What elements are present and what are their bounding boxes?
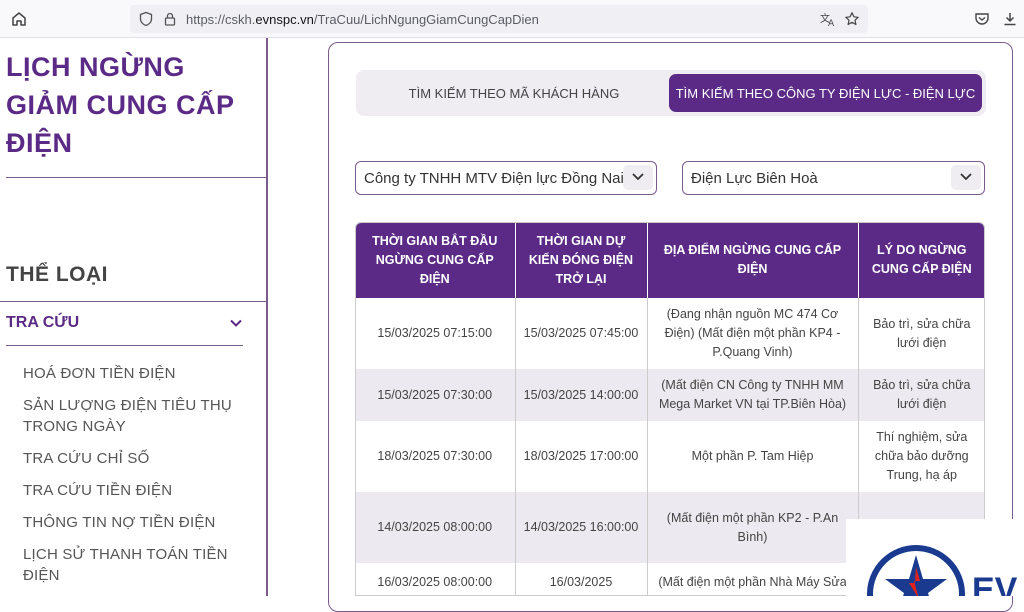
menu-item-bill-amount[interactable]: TRA CỨU TIỀN ĐIỆN <box>23 480 253 501</box>
cell-start-time: 18/03/2025 07:30:00 <box>356 421 516 492</box>
cell-reason: Bảo trì, sửa chữa lưới điện <box>858 298 984 369</box>
evn-logo[interactable]: EV <box>846 519 1024 612</box>
menu-item-payment-history[interactable]: LỊCH SỬ THANH TOÁN TIỀN ĐIỆN <box>23 544 253 586</box>
cell-location: (Mất điện một phần Nhà Máy Sửa <box>647 563 859 595</box>
tab-by-company[interactable]: TÌM KIẾM THEO CÔNG TY ĐIỆN LỰC - ĐIỆN LỰ… <box>669 74 982 112</box>
lookup-label: TRA CỨU <box>6 314 80 331</box>
divider <box>0 301 266 302</box>
cell-restore-time: 15/03/2025 14:00:00 <box>515 369 648 421</box>
shield-icon[interactable] <box>138 11 154 27</box>
cell-reason: Thí nghiệm, sửa chữa bảo dưỡng Trung, hạ… <box>858 421 984 492</box>
cell-start-time: 16/03/2025 08:00:00 <box>356 563 516 595</box>
url-text[interactable]: https://cskh.evnspc.vn/TraCuu/LichNgungG… <box>186 12 539 27</box>
table-row: 15/03/2025 07:15:00 15/03/2025 07:45:00 … <box>356 298 984 369</box>
sidebar: LỊCH NGỪNG GIẢM CUNG CẤP ĐIỆN THỂ LOẠI T… <box>0 38 268 596</box>
menu-item-meter-index[interactable]: TRA CỨU CHỈ SỐ <box>23 448 253 469</box>
home-icon[interactable] <box>10 10 28 28</box>
branch-select[interactable]: Điện Lực Biên Hoà <box>682 161 985 195</box>
chevron-down-icon <box>632 173 644 181</box>
cell-restore-time: 18/03/2025 17:00:00 <box>515 421 648 492</box>
menu-item-daily-consumption[interactable]: SẢN LƯỢNG ĐIỆN TIÊU THỤ TRONG NGÀY <box>23 395 253 437</box>
cell-start-time: 14/03/2025 08:00:00 <box>356 492 516 563</box>
chevron-down-icon <box>960 173 972 181</box>
bookmark-star-icon[interactable] <box>844 11 860 27</box>
lookup-accordion[interactable]: TRA CỨU <box>6 314 243 346</box>
category-heading: THỂ LOẠI <box>6 263 108 286</box>
dropdown-button[interactable] <box>951 165 981 190</box>
menu-item-debt-info[interactable]: THÔNG TIN NỢ TIỀN ĐIỆN <box>23 512 253 533</box>
column-header-start-time: THỜI GIAN BẮT ĐẦU NGỪNG CUNG CẤP ĐIỆN <box>356 223 516 298</box>
company-select-value: Công ty TNHH MTV Điện lực Đồng Nai <box>364 170 624 187</box>
lookup-menu: HOÁ ĐƠN TIỀN ĐIỆN SẢN LƯỢNG ĐIỆN TIÊU TH… <box>23 363 253 597</box>
cell-location: (Đang nhận nguồn MC 474 Cơ Điện) (Mất đi… <box>647 298 859 369</box>
column-header-reason: LÝ DO NGỪNG CUNG CẤP ĐIỆN <box>858 223 984 298</box>
download-icon[interactable] <box>1001 10 1019 28</box>
browser-toolbar: https://cskh.evnspc.vn/TraCuu/LichNgungG… <box>0 0 1024 38</box>
page-title: LỊCH NGỪNG GIẢM CUNG CẤP ĐIỆN <box>6 52 235 158</box>
cell-location: Một phần P. Tam Hiệp <box>647 421 859 492</box>
lock-icon[interactable] <box>162 11 178 27</box>
svg-text:A: A <box>828 19 835 27</box>
menu-item-invoice[interactable]: HOÁ ĐƠN TIỀN ĐIỆN <box>23 363 253 384</box>
translate-icon[interactable]: 文A <box>820 11 836 27</box>
address-bar[interactable]: https://cskh.evnspc.vn/TraCuu/LichNgungG… <box>130 5 868 33</box>
pocket-icon[interactable] <box>973 10 991 28</box>
cell-reason: Bảo trì, sửa chữa lưới điện <box>858 369 984 421</box>
table-row: 18/03/2025 07:30:00 18/03/2025 17:00:00 … <box>356 421 984 492</box>
column-header-location: ĐỊA ĐIỂM NGỪNG CUNG CẤP ĐIỆN <box>647 223 859 298</box>
cell-location: (Mất điện một phần KP2 - P.An Bình) <box>647 492 859 563</box>
tab-by-customer[interactable]: TÌM KIẾM THEO MÃ KHÁCH HÀNG <box>360 74 668 112</box>
column-header-restore-time: THỜI GIAN DỰ KIẾN ĐÓNG ĐIỆN TRỞ LẠI <box>515 223 648 298</box>
company-select[interactable]: Công ty TNHH MTV Điện lực Đồng Nai <box>355 161 657 195</box>
evn-logo-graphic: EV <box>867 545 1018 612</box>
chevron-down-icon[interactable] <box>229 316 243 330</box>
table-header-row: THỜI GIAN BẮT ĐẦU NGỪNG CUNG CẤP ĐIỆN TH… <box>356 223 984 298</box>
cell-start-time: 15/03/2025 07:30:00 <box>356 369 516 421</box>
cell-restore-time: 15/03/2025 07:45:00 <box>515 298 648 369</box>
cell-start-time: 15/03/2025 07:15:00 <box>356 298 516 369</box>
dropdown-button[interactable] <box>623 165 653 190</box>
logo-text: EV <box>972 571 1018 596</box>
search-tabs: TÌM KIẾM THEO MÃ KHÁCH HÀNG TÌM KIẾM THE… <box>356 70 986 116</box>
table-row: 15/03/2025 07:30:00 15/03/2025 14:00:00 … <box>356 369 984 421</box>
cell-restore-time: 16/03/2025 <box>515 563 648 595</box>
cell-restore-time: 14/03/2025 16:00:00 <box>515 492 648 563</box>
cell-location: (Mất điện CN Công ty TNHH MM Mega Market… <box>647 369 859 421</box>
branch-select-value: Điện Lực Biên Hoà <box>691 170 818 187</box>
divider <box>6 177 266 178</box>
